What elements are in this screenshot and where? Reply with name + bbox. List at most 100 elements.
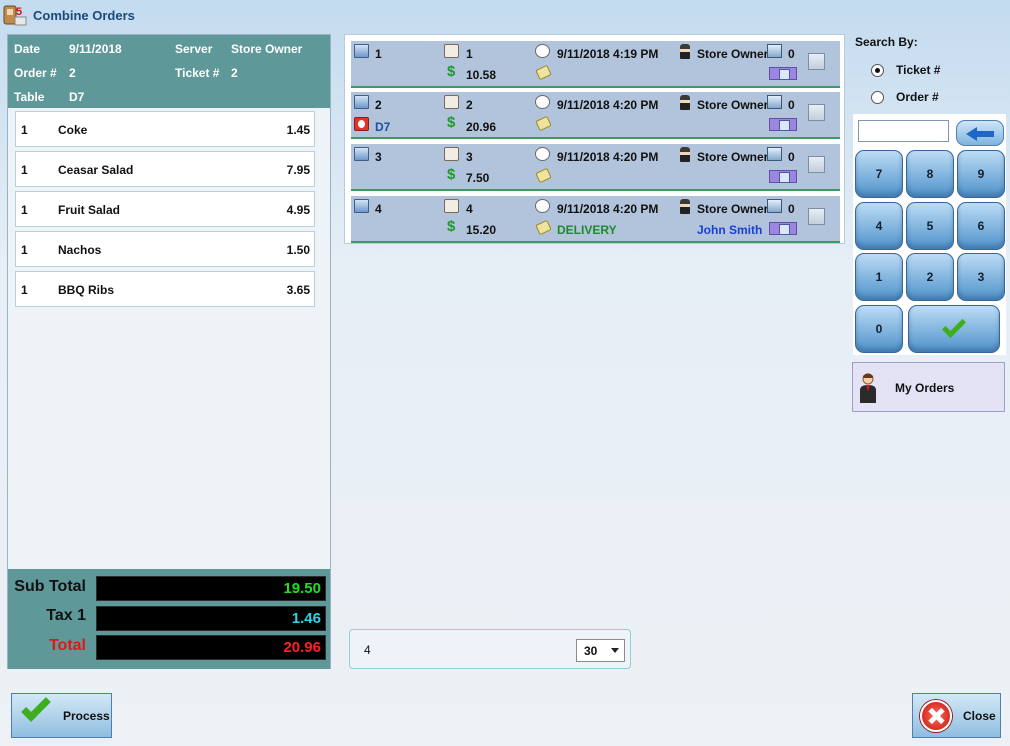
- hand-icon: [444, 199, 459, 213]
- note-icon: [535, 167, 552, 184]
- key-9[interactable]: 9: [957, 150, 1005, 198]
- ticket-number: 3: [466, 150, 473, 164]
- pc-icon: [767, 147, 782, 161]
- list-item[interactable]: 1 Nachos 1.50: [15, 231, 315, 267]
- search-by-label: Search By:: [855, 35, 918, 49]
- order-checkbox[interactable]: [808, 104, 825, 121]
- dollar-icon: $: [447, 166, 456, 183]
- item-price: 1.45: [286, 123, 310, 137]
- date-label: Date: [14, 42, 41, 56]
- order-row[interactable]: 3 3 9/11/2018 4:20 PM Store Owner 0 $ 7.…: [351, 144, 840, 191]
- list-item[interactable]: 1 Ceasar Salad 7.95: [15, 151, 315, 187]
- key-2[interactable]: 2: [906, 253, 954, 301]
- order-amount: 10.58: [466, 68, 497, 82]
- tax-label: Tax 1: [46, 607, 86, 624]
- clock-icon: [535, 147, 550, 161]
- pc-icon: [767, 199, 782, 213]
- order-action-icon[interactable]: [769, 222, 797, 235]
- radio-order-label: Order #: [896, 90, 939, 104]
- key-8[interactable]: 8: [906, 150, 954, 198]
- list-item[interactable]: 1 BBQ Ribs 3.65: [15, 271, 315, 307]
- order-number: 1: [375, 47, 382, 61]
- svg-text:5: 5: [16, 6, 22, 18]
- backspace-icon[interactable]: [956, 120, 1004, 146]
- order-number: 2: [375, 98, 382, 112]
- note-icon: [535, 115, 552, 132]
- order-detail-panel: Date 9/11/2018 Server Store Owner Order …: [7, 34, 331, 669]
- ticket-number: 4: [466, 202, 473, 216]
- item-qty: 1: [21, 243, 28, 257]
- key-1[interactable]: 1: [855, 253, 903, 301]
- order-action-icon[interactable]: [769, 118, 797, 131]
- item-price: 4.95: [286, 203, 310, 217]
- item-qty: 1: [21, 203, 28, 217]
- order-number: 4: [375, 202, 382, 216]
- order-number: 3: [375, 150, 382, 164]
- order-checkbox[interactable]: [808, 53, 825, 70]
- item-name: Nachos: [58, 243, 102, 257]
- order-action-icon[interactable]: [769, 170, 797, 183]
- item-price: 1.50: [286, 243, 310, 257]
- order-checkbox[interactable]: [808, 156, 825, 173]
- station-number: 0: [788, 98, 795, 112]
- orders-list: 1 1 9/11/2018 4:19 PM Store Owner 0 $ 10…: [344, 34, 845, 244]
- key-6[interactable]: 6: [957, 202, 1005, 250]
- order-datetime: 9/11/2018 4:19 PM: [557, 47, 659, 61]
- ticket-number: 2: [466, 98, 473, 112]
- item-price: 7.95: [286, 163, 310, 177]
- order-server: Store Owner: [697, 202, 769, 216]
- order-datetime: 9/11/2018 4:20 PM: [557, 98, 659, 112]
- note-icon: [535, 64, 552, 81]
- monitor-icon: [354, 95, 369, 109]
- order-checkbox[interactable]: [808, 208, 825, 225]
- list-item[interactable]: 1 Fruit Salad 4.95: [15, 191, 315, 227]
- order-datetime: 9/11/2018 4:20 PM: [557, 202, 659, 216]
- person-icon: [680, 95, 690, 110]
- process-label: Process: [63, 709, 110, 723]
- hand-icon: [444, 147, 459, 161]
- ticket-number-value: 2: [231, 66, 238, 80]
- item-name: Fruit Salad: [58, 203, 121, 217]
- numeric-keypad: 7 8 9 4 5 6 1 2 3 0: [853, 114, 1006, 355]
- key-0[interactable]: 0: [855, 305, 903, 353]
- totals-panel: Sub Total 19.50 Tax 1 1.46 Total 20.96: [8, 569, 330, 669]
- ticket-number-label: Ticket #: [175, 66, 220, 80]
- order-action-icon[interactable]: [769, 67, 797, 80]
- person-icon: [860, 373, 876, 403]
- order-row[interactable]: 1 1 9/11/2018 4:19 PM Store Owner 0 $ 10…: [351, 41, 840, 88]
- enter-button[interactable]: [908, 305, 1000, 353]
- search-input[interactable]: [858, 120, 949, 142]
- order-customer: John Smith: [697, 223, 763, 237]
- item-qty: 1: [21, 163, 28, 177]
- key-3[interactable]: 3: [957, 253, 1005, 301]
- process-button[interactable]: Process: [11, 692, 112, 738]
- key-5[interactable]: 5: [906, 202, 954, 250]
- key-4[interactable]: 4: [855, 202, 903, 250]
- check-icon: [21, 692, 51, 722]
- order-server: Store Owner: [697, 98, 769, 112]
- radio-button[interactable]: [871, 90, 884, 104]
- item-qty: 1: [21, 123, 28, 137]
- order-server: Store Owner: [697, 150, 769, 164]
- page-size-value: 30: [584, 644, 598, 658]
- order-header: Date 9/11/2018 Server Store Owner Order …: [8, 35, 330, 108]
- chevron-down-icon: [611, 648, 619, 653]
- list-item[interactable]: 1 Coke 1.45: [15, 111, 315, 147]
- title-bar: 5 Combine Orders: [0, 0, 1010, 32]
- radio-order[interactable]: Order #: [871, 90, 939, 104]
- my-orders-button[interactable]: My Orders: [852, 362, 1005, 412]
- order-row[interactable]: 2 2 9/11/2018 4:20 PM Store Owner 0 D7 $…: [351, 92, 840, 139]
- key-7[interactable]: 7: [855, 150, 903, 198]
- item-price: 3.65: [286, 283, 310, 297]
- my-orders-label: My Orders: [895, 381, 955, 395]
- hand-icon: [444, 95, 459, 109]
- item-name: BBQ Ribs: [58, 283, 115, 297]
- radio-ticket[interactable]: Ticket #: [871, 63, 940, 77]
- hand-icon: [444, 44, 459, 58]
- window-title: Combine Orders: [33, 8, 135, 23]
- page-size-select[interactable]: 30: [576, 639, 625, 662]
- radio-button[interactable]: [871, 63, 884, 77]
- app-icon: 5: [3, 5, 27, 26]
- order-row[interactable]: 4 4 9/11/2018 4:20 PM Store Owner 0 $ 15…: [351, 196, 840, 243]
- close-button[interactable]: Close: [912, 693, 1001, 738]
